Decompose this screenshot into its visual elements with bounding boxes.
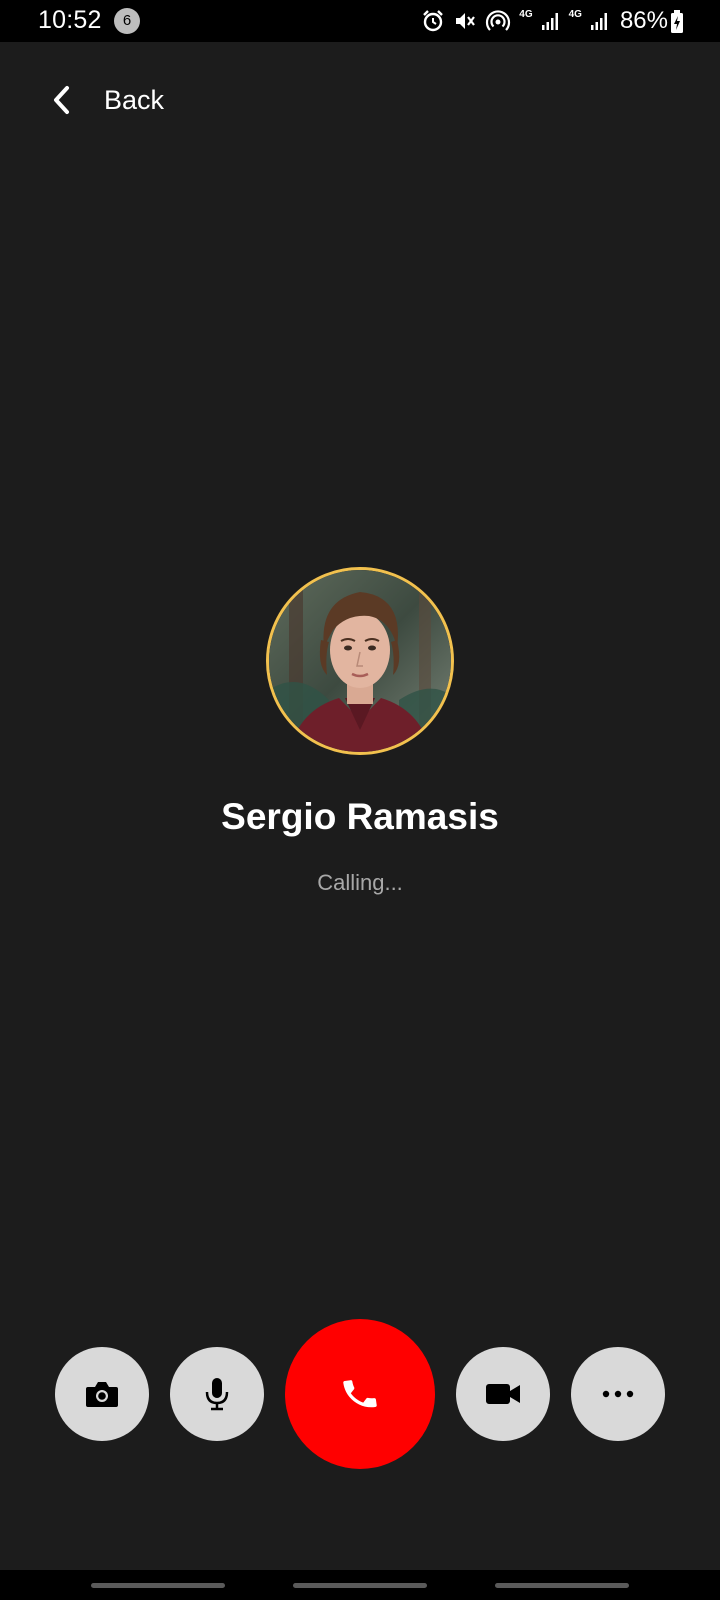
status-time: 10:52 xyxy=(38,6,102,34)
nav-recents-handle[interactable] xyxy=(91,1583,225,1588)
mic-icon xyxy=(205,1378,229,1411)
nav-home-handle[interactable] xyxy=(293,1583,427,1588)
mute-icon xyxy=(456,13,476,29)
alarm-icon xyxy=(423,10,444,32)
battery-percent: 86% xyxy=(619,7,668,34)
system-nav-bar xyxy=(0,1570,720,1600)
back-button[interactable]: Back xyxy=(50,76,164,124)
caller-avatar xyxy=(266,567,454,755)
call-status: Calling... xyxy=(317,870,403,895)
status-icons: 4G 4G 86% xyxy=(421,7,668,34)
video-icon xyxy=(486,1384,520,1404)
network-type-label-1: 4G xyxy=(519,8,533,20)
more-options-button[interactable] xyxy=(571,1347,665,1441)
back-label: Back xyxy=(104,84,165,115)
camera-button[interactable] xyxy=(55,1347,149,1441)
hotspot-icon xyxy=(486,10,511,31)
signal-icon-2 xyxy=(590,13,607,30)
microphone-button[interactable] xyxy=(170,1347,264,1441)
battery-charging-icon xyxy=(671,10,683,33)
end-call-button[interactable] xyxy=(285,1319,435,1469)
video-button[interactable] xyxy=(456,1347,550,1441)
more-icon xyxy=(602,1390,634,1398)
status-bar: 10:52 6 4G 4G 86% xyxy=(0,0,720,42)
call-screen: 10:52 6 4G 4G 86% Back Sergio Ramasis Ca… xyxy=(0,0,720,1600)
camera-icon xyxy=(86,1382,118,1407)
notification-count-badge: 6 xyxy=(114,8,140,34)
nav-back-handle[interactable] xyxy=(495,1583,629,1588)
caller-name: Sergio Ramasis xyxy=(221,796,499,837)
chevron-left-icon xyxy=(50,76,80,124)
signal-icon-1 xyxy=(541,13,558,30)
network-type-label-2: 4G xyxy=(568,8,582,20)
phone-icon xyxy=(343,1380,377,1408)
